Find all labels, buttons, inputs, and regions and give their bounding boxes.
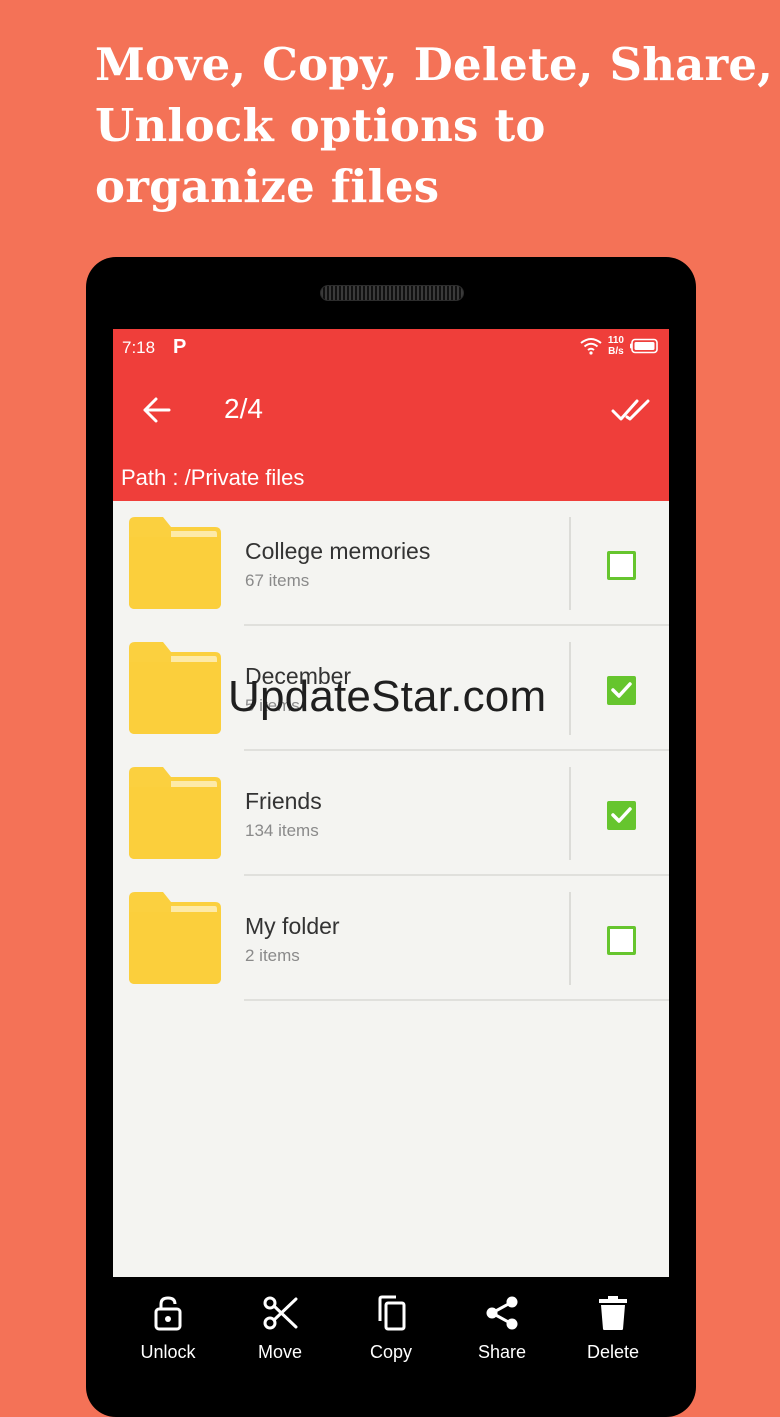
check-icon [611,807,632,823]
copy-label: Copy [369,1342,413,1362]
folder-item-count: 67 items [245,571,310,590]
folder-checkbox[interactable] [607,551,636,580]
list-item[interactable]: December 5 items [113,626,669,751]
move-label: Move [257,1342,302,1362]
row-divider [569,642,571,735]
delete-button[interactable]: Delete [563,1293,663,1363]
headline-line-1: Move, Copy, Delete, Share, [95,38,774,91]
folder-name: College memories [245,538,431,564]
unlock-icon [154,1296,182,1331]
net-speed-unit: B/s [608,346,624,357]
unlock-label: Unlock [140,1342,196,1362]
delete-label: Delete [586,1342,640,1362]
folder-name: Friends [245,788,322,814]
notification-icon: P [173,336,187,358]
share-icon [486,1296,518,1330]
folder-name: My folder [245,913,340,939]
double-check-icon[interactable] [611,395,651,425]
folder-checkbox[interactable] [607,676,636,705]
bottom-action-bar: Unlock Move Copy Share Delete [86,1277,696,1417]
app-bar: 7:18 P 110 B/s 2/4 Path: /Private files [113,329,669,501]
selection-counter: 2/4 [224,393,263,424]
headline-line-2: Unlock options to [95,99,546,152]
path-label: Path : /Private files [121,465,305,490]
phone-speaker [320,285,464,301]
folder-name: December [245,663,352,689]
trash-icon [599,1296,627,1330]
folder-checkbox[interactable] [607,801,636,830]
promo-headline: Move, Copy, Delete, Share, Unlock option… [95,34,774,217]
share-button[interactable]: Share [452,1293,552,1363]
scissors-icon [263,1296,298,1330]
status-time: 7:18 [122,338,156,357]
row-divider [569,517,571,610]
unlock-button[interactable]: Unlock [118,1293,218,1363]
copy-button[interactable]: Copy [341,1293,441,1363]
list-item[interactable]: Friends 134 items [113,751,669,876]
folder-item-count: 134 items [245,821,319,840]
move-button[interactable]: Move [230,1293,330,1363]
folder-list: College memories 67 items December 5 ite… [113,501,669,1001]
row-divider [569,892,571,985]
back-arrow-icon[interactable] [141,391,173,429]
list-item[interactable]: College memories 67 items [113,501,669,626]
folder-item-count: 2 items [245,946,300,965]
folder-icon [129,767,221,859]
phone-frame: 7:18 P 110 B/s 2/4 Path: /Private files… [86,257,696,1417]
status-indicators: 110 B/s [580,335,660,357]
headline-line-3: organize files [95,160,440,213]
net-speed-value: 110 [607,335,624,346]
battery-icon [630,338,658,354]
net-speed: 110 B/s [608,335,624,357]
folder-icon [129,517,221,609]
copy-icon [378,1295,406,1331]
folder-checkbox[interactable] [607,926,636,955]
check-icon [611,682,632,698]
folder-icon [129,642,221,734]
list-item[interactable]: My folder 2 items [113,876,669,1001]
folder-icon [129,892,221,984]
row-separator [244,999,669,1001]
folder-item-count: 5 items [245,696,300,715]
row-divider [569,767,571,860]
wifi-icon [580,338,602,355]
share-label: Share [477,1342,527,1362]
phone-screen: 7:18 P 110 B/s 2/4 Path: /Private files… [113,329,669,1277]
